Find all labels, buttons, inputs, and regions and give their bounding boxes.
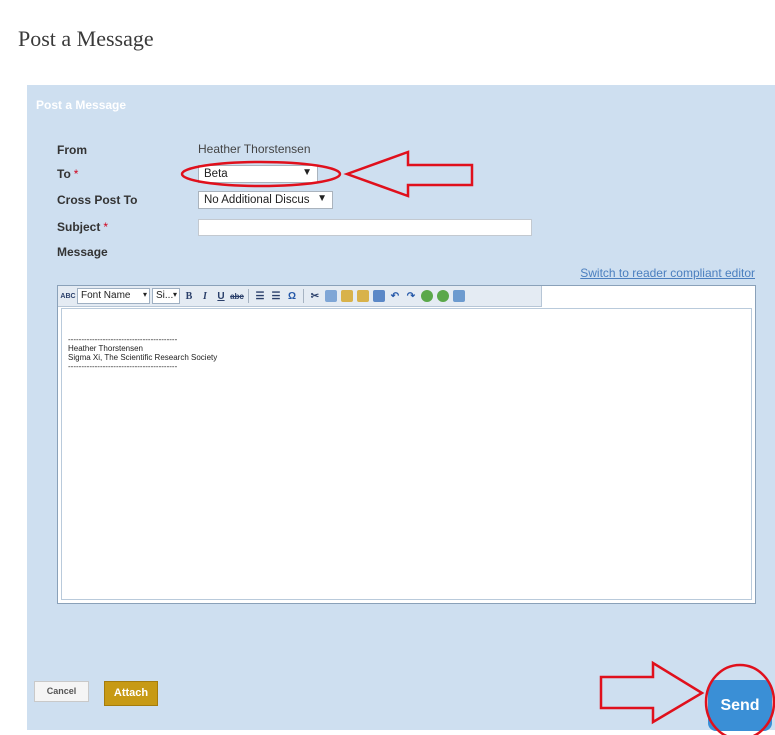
to-highlight-ellipse [180, 160, 342, 188]
send-arrow-annotation [599, 660, 705, 725]
to-arrow-annotation [343, 150, 474, 198]
annotation-overlay [180, 150, 775, 735]
send-highlight-ellipse [704, 663, 775, 735]
